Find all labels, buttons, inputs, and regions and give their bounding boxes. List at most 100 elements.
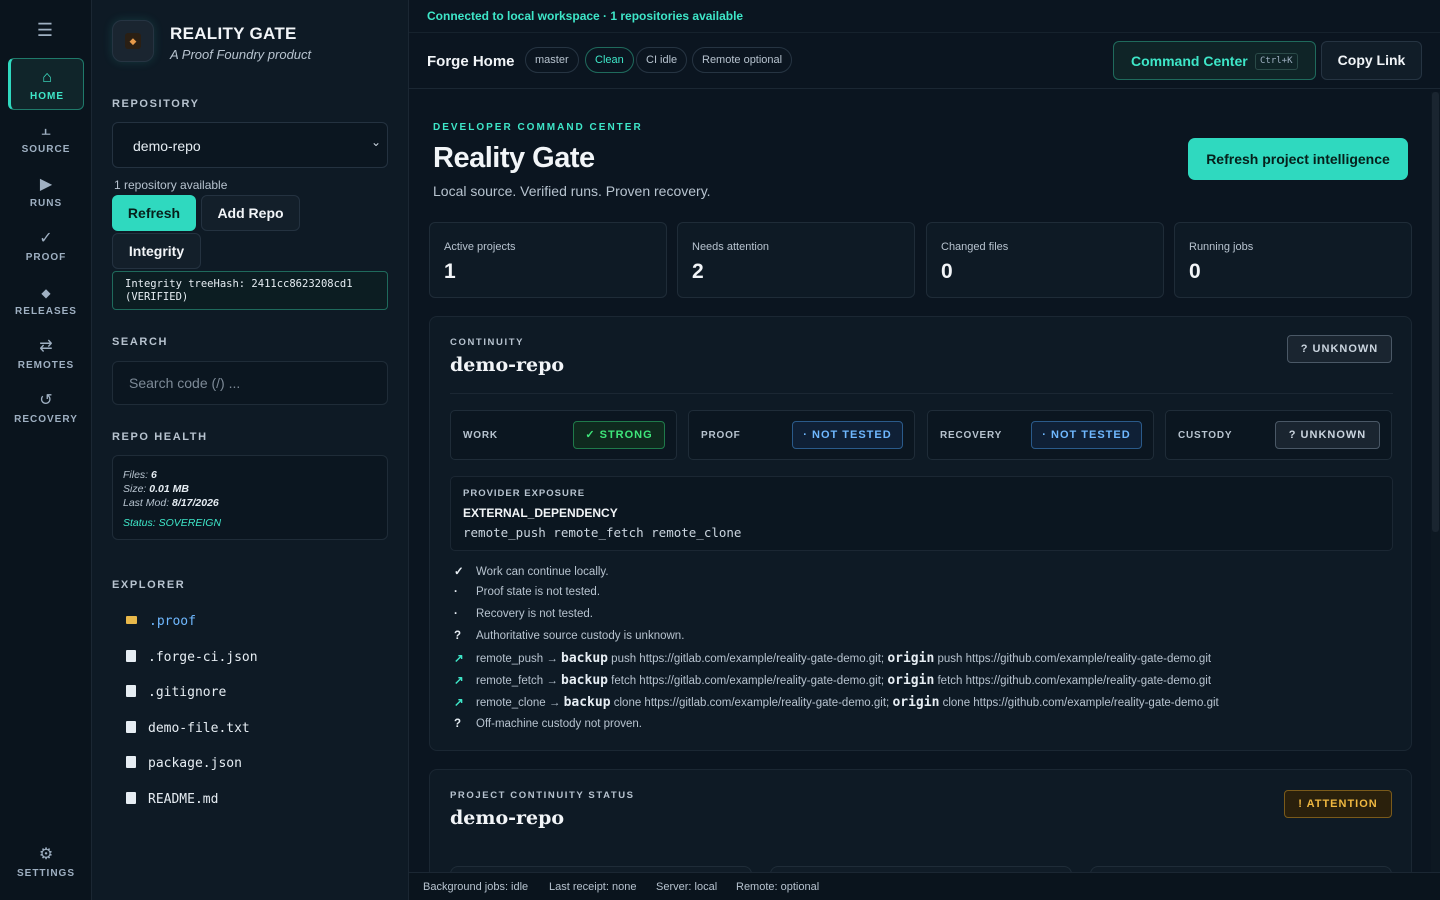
file-icon: [126, 792, 136, 804]
stat-label: Active projects: [444, 241, 516, 253]
explorer-file[interactable]: .gitignore: [126, 685, 226, 700]
brand-subtitle: A Proof Foundry product: [170, 47, 312, 62]
status-badge: · NOT TESTED: [792, 421, 903, 449]
status-jobs: Background jobs: idle: [423, 881, 529, 893]
explorer-file[interactable]: README.md: [126, 792, 218, 807]
stat-card: Running jobs 0: [1174, 222, 1412, 298]
stat-value: 0: [941, 260, 953, 283]
check-icon: ✓: [39, 230, 53, 247]
stat-value: 1: [444, 260, 456, 283]
rail-item-remotes[interactable]: ⇄ REMOTES: [8, 328, 84, 380]
stat-label: Running jobs: [1189, 241, 1254, 253]
stat-card: Active projects 1: [429, 222, 667, 298]
command-center-button[interactable]: Command Center Ctrl+K: [1113, 41, 1316, 80]
status-bar: Background jobs: idle Last receipt: none…: [409, 872, 1440, 900]
stat-label: Changed files: [941, 241, 1009, 253]
search-label: SEARCH: [112, 336, 169, 348]
repo-select[interactable]: demo-repo ⌄: [112, 122, 388, 168]
app-root: ☰ ⌂ HOME ⫠ SOURCE ▶ RUNS ✓ PROOF ◆ RELEA…: [0, 0, 1440, 900]
stat-card: Needs attention 2: [677, 222, 915, 298]
rail-item-recovery[interactable]: ↺ RECOVERY: [8, 382, 84, 434]
status-badge: ? UNKNOWN: [1287, 335, 1392, 363]
scrollbar[interactable]: [1431, 92, 1440, 872]
status-badge: · NOT TESTED: [1031, 421, 1142, 449]
repo-count: 1 repository available: [114, 178, 228, 192]
rail-label: RECOVERY: [14, 414, 78, 425]
stat-value: 2: [692, 260, 704, 283]
add-repo-button[interactable]: Add Repo: [201, 195, 300, 231]
chevron-down-icon: ⌄: [370, 135, 381, 149]
copy-link-button[interactable]: Copy Link: [1321, 41, 1422, 80]
rail-label: PROOF: [25, 252, 67, 263]
rail-item-releases[interactable]: ◆ RELEASES: [8, 274, 84, 326]
rail-item-source[interactable]: ⫠ SOURCE: [8, 112, 84, 164]
file-icon: [126, 650, 136, 662]
status-badge: ? UNKNOWN: [1275, 421, 1380, 449]
repo-health-card: Files: 6 Size: 0.01 MB Last Mod: 8/17/20…: [112, 455, 388, 540]
rail-label: SOURCE: [21, 144, 71, 155]
health-files: Files: 6: [123, 469, 157, 481]
connection-status: Connected to local workspace · 1 reposit…: [427, 9, 744, 23]
card-eyebrow: CONTINUITY: [450, 337, 525, 348]
hero-tagline: Local source. Verified runs. Proven reco…: [433, 183, 711, 199]
explorer-file[interactable]: demo-file.txt: [126, 721, 250, 736]
branch-pill[interactable]: master: [525, 47, 579, 73]
rail-item-home[interactable]: ⌂ HOME: [8, 58, 84, 110]
shortcut-hint: Ctrl+K: [1255, 53, 1298, 70]
ci-pill: CI idle: [636, 47, 688, 73]
folder-icon: [126, 616, 137, 624]
cell-label: PROOF: [701, 430, 741, 441]
gear-icon: ⚙: [38, 846, 54, 863]
search-box: [112, 361, 388, 405]
project-status-card: PROJECT CONTINUITY STATUS demo-repo ! AT…: [429, 769, 1412, 879]
repo-health-label: REPO HEALTH: [112, 431, 208, 443]
card-eyebrow: PROJECT CONTINUITY STATUS: [450, 790, 635, 801]
play-icon: ▶: [39, 176, 53, 193]
refresh-intelligence-button[interactable]: Refresh project intelligence: [1188, 138, 1408, 180]
integrity-button[interactable]: Integrity: [112, 233, 201, 269]
provider-value: EXTERNAL_DEPENDENCY: [463, 506, 618, 520]
command-center-label: Command Center: [1131, 53, 1248, 69]
nav-rail: ☰ ⌂ HOME ⫠ SOURCE ▶ RUNS ✓ PROOF ◆ RELEA…: [0, 0, 92, 900]
rail-item-runs[interactable]: ▶ RUNS: [8, 166, 84, 218]
health-size: Size: 0.01 MB: [123, 483, 189, 495]
recovery-cell: RECOVERY · NOT TESTED: [927, 410, 1154, 460]
note-item: · Recovery is not tested.: [454, 608, 593, 620]
remote-note: ↗ remote_push → backup push https://gitla…: [454, 651, 1212, 666]
menu-icon[interactable]: ☰: [0, 20, 90, 41]
stat-value: 0: [1189, 260, 1201, 283]
status-remote: Remote: optional: [736, 881, 820, 893]
stat-card: Changed files 0: [926, 222, 1164, 298]
home-icon: ⌂: [42, 69, 52, 86]
swap-icon: ⇄: [39, 338, 53, 355]
divider: [450, 393, 1393, 394]
main-panel: Connected to local workspace · 1 reposit…: [409, 0, 1440, 900]
rail-label: RUNS: [29, 198, 63, 209]
proof-cell: PROOF · NOT TESTED: [688, 410, 915, 460]
explorer-file[interactable]: .forge-ci.json: [126, 650, 258, 665]
note-item: ? Off-machine custody not proven.: [454, 718, 642, 730]
status-badge: ✓ STRONG: [573, 421, 665, 449]
work-cell: WORK ✓ STRONG: [450, 410, 677, 460]
clean-pill: Clean: [585, 47, 634, 73]
card-repo-name: demo-repo: [450, 807, 565, 829]
explorer-file[interactable]: package.json: [126, 756, 242, 771]
rail-item-proof[interactable]: ✓ PROOF: [8, 220, 84, 272]
scrollbar-thumb[interactable]: [1432, 92, 1439, 532]
arrow-icon: ↗: [454, 697, 464, 709]
repo-select-value: demo-repo: [133, 138, 201, 154]
refresh-button[interactable]: Refresh: [112, 195, 196, 231]
explorer-folder[interactable]: .proof: [126, 614, 196, 629]
repository-label: REPOSITORY: [112, 98, 200, 110]
provider-exposure: PROVIDER EXPOSURE EXTERNAL_DEPENDENCY re…: [450, 476, 1393, 551]
rail-label: HOME: [30, 91, 64, 102]
gem-icon: ◆: [125, 33, 141, 49]
remote-note: ↗ remote_fetch → backup fetch https://git…: [454, 673, 1212, 688]
cell-label: RECOVERY: [940, 430, 1003, 441]
file-icon: [126, 756, 136, 768]
cell-label: CUSTODY: [1178, 430, 1233, 441]
diamond-icon: ◆: [41, 286, 51, 300]
status-server: Server: local: [656, 881, 718, 893]
rail-item-settings[interactable]: ⚙ SETTINGS: [8, 836, 84, 888]
search-input[interactable]: [113, 362, 387, 404]
